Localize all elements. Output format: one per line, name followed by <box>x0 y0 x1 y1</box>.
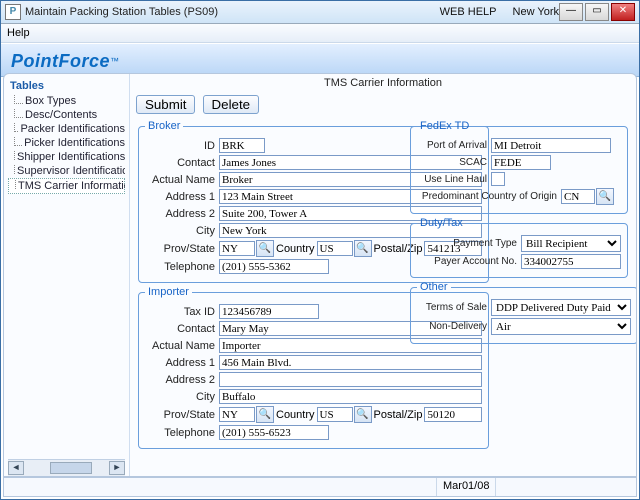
tree-item-packer[interactable]: Packer Identifications <box>8 122 125 136</box>
broker-country-input[interactable] <box>317 241 353 256</box>
scroll-right-icon[interactable]: ► <box>109 461 125 475</box>
tree-label: Box Types <box>25 95 76 107</box>
status-bar: Mar01/08 <box>3 477 637 497</box>
importer-prov-input[interactable] <box>219 407 255 422</box>
lbl-ptype: Payment Type <box>417 238 521 249</box>
tree-item-picker[interactable]: Picker Identifications <box>8 136 125 150</box>
lbl-tel: Telephone <box>145 261 219 273</box>
brand-tm: ™ <box>110 56 119 66</box>
fedex-legend: FedEx TD <box>417 120 472 132</box>
lbl-icontact: Contact <box>145 323 219 335</box>
tree-item-shipper[interactable]: Shipper Identifications <box>8 150 125 164</box>
delete-button[interactable]: Delete <box>203 95 260 114</box>
lbl-a1: Address 1 <box>145 191 219 203</box>
sidebar-hscroll[interactable]: ◄ ► <box>8 459 125 476</box>
lookup-icon[interactable]: 🔍 <box>256 406 274 423</box>
tree-item-tms-carrier[interactable]: TMS Carrier Information <box>8 178 125 194</box>
lbl-ia1: Address 1 <box>145 357 219 369</box>
close-button[interactable]: ✕ <box>611 3 635 21</box>
importer-country-input[interactable] <box>317 407 353 422</box>
tree-label: Shipper Identifications <box>17 151 125 163</box>
lbl-a2: Address 2 <box>145 208 219 220</box>
port-input[interactable] <box>491 138 611 153</box>
web-help-link[interactable]: WEB HELP <box>440 6 497 18</box>
scroll-left-icon[interactable]: ◄ <box>8 461 24 475</box>
titlebar: P Maintain Packing Station Tables (PS09)… <box>1 1 639 24</box>
minimize-button[interactable]: — <box>559 3 583 21</box>
lbl-icountry: Country <box>276 409 315 421</box>
broker-tel-input[interactable] <box>219 259 329 274</box>
duty-group: Duty/Tax Payment TypeBill Recipient Paye… <box>410 217 628 278</box>
lbl-icity: City <box>145 391 219 403</box>
fedex-group: FedEx TD Port of Arrival SCAC Use Line H… <box>410 120 628 214</box>
other-legend: Other <box>417 281 451 293</box>
page-title: TMS Carrier Information <box>130 74 636 92</box>
window-title: Maintain Packing Station Tables (PS09) <box>25 6 424 18</box>
importer-legend: Importer <box>145 286 192 298</box>
tree-item-supervisor[interactable]: Supervisor Identifications <box>8 164 125 178</box>
payer-input[interactable] <box>521 254 621 269</box>
tree-label: TMS Carrier Information <box>18 180 125 192</box>
tree-label: Supervisor Identifications <box>17 165 125 177</box>
duty-legend: Duty/Tax <box>417 217 466 229</box>
sidebar: Tables Box Types Desc/Contents Packer Id… <box>4 74 130 476</box>
payment-type-select[interactable]: Bill Recipient <box>521 235 621 252</box>
tree-item-box-types[interactable]: Box Types <box>8 94 125 108</box>
brand-name: PointForce <box>11 51 110 72</box>
lbl-terms: Terms of Sale <box>417 302 491 313</box>
lookup-icon[interactable]: 🔍 <box>354 406 372 423</box>
scac-input[interactable] <box>491 155 551 170</box>
lbl-scac: SCAC <box>417 157 491 168</box>
lookup-icon[interactable]: 🔍 <box>256 240 274 257</box>
submit-button[interactable]: Submit <box>136 95 195 114</box>
tree-label: Packer Identifications <box>20 123 125 135</box>
other-group: Other Terms of SaleDDP Delivered Duty Pa… <box>410 281 636 344</box>
lbl-tax: Tax ID <box>145 306 219 318</box>
lbl-actual: Actual Name <box>145 174 219 186</box>
lbl-prov: Prov/State <box>145 243 219 255</box>
main-panel: TMS Carrier Information Submit Delete Br… <box>130 74 636 476</box>
lookup-icon[interactable]: 🔍 <box>596 188 614 205</box>
broker-prov-input[interactable] <box>219 241 255 256</box>
lbl-contact: Contact <box>145 157 219 169</box>
tree-label: Desc/Contents <box>25 109 97 121</box>
tree-label: Picker Identifications <box>24 137 125 149</box>
lbl-country: Country <box>276 243 315 255</box>
tree: Box Types Desc/Contents Packer Identific… <box>8 94 125 459</box>
lbl-linehaul: Use Line Haul <box>417 174 491 185</box>
help-menu[interactable]: Help <box>7 27 30 39</box>
origin-input[interactable] <box>561 189 595 204</box>
sidebar-title: Tables <box>10 80 125 92</box>
lbl-ia2: Address 2 <box>145 374 219 386</box>
tree-item-desc-contents[interactable]: Desc/Contents <box>8 108 125 122</box>
importer-tax-input[interactable] <box>219 304 319 319</box>
app-icon: P <box>5 4 21 20</box>
lbl-port: Port of Arrival <box>417 140 491 151</box>
maximize-button[interactable]: ▭ <box>585 3 609 21</box>
lbl-id: ID <box>145 140 219 152</box>
lbl-nondeliv: Non-Delivery <box>417 321 491 332</box>
brand-banner: PointForce ™ <box>1 43 639 77</box>
terms-select[interactable]: DDP Delivered Duty Paid <box>491 299 631 316</box>
broker-legend: Broker <box>145 120 183 132</box>
lookup-icon[interactable]: 🔍 <box>354 240 372 257</box>
scroll-thumb[interactable] <box>50 462 92 474</box>
lbl-payer: Payer Account No. <box>417 256 521 267</box>
nondelivery-select[interactable]: Air <box>491 318 631 335</box>
importer-tel-input[interactable] <box>219 425 329 440</box>
lbl-itel: Telephone <box>145 427 219 439</box>
lbl-iact: Actual Name <box>145 340 219 352</box>
lbl-iprov: Prov/State <box>145 409 219 421</box>
lbl-city: City <box>145 225 219 237</box>
linehaul-checkbox[interactable] <box>491 172 505 186</box>
lbl-origin: Predominant Country of Origin <box>417 191 561 202</box>
broker-id-input[interactable] <box>219 138 265 153</box>
status-date: Mar01/08 <box>437 478 496 496</box>
menubar: Help <box>1 24 639 43</box>
location-link[interactable]: New York <box>513 6 559 18</box>
